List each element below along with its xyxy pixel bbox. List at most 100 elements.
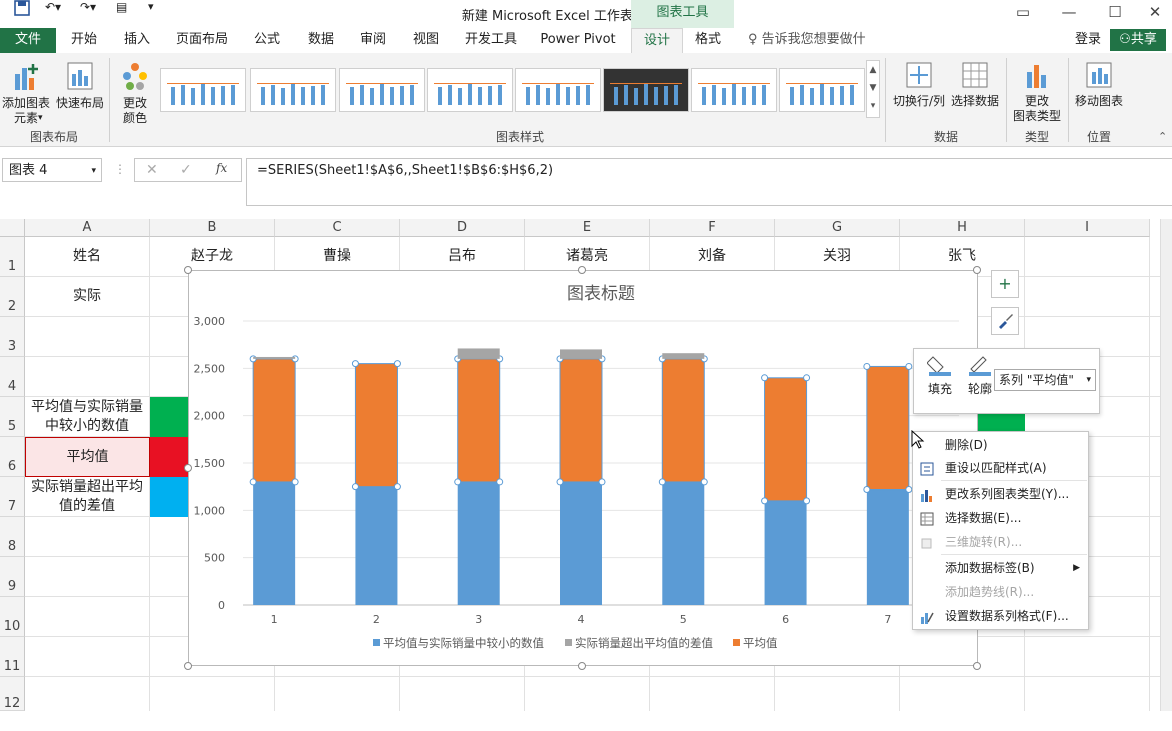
- row-header-4[interactable]: 4: [0, 357, 25, 397]
- collapse-ribbon-icon[interactable]: ⌃: [1158, 130, 1167, 143]
- tab-developer[interactable]: 开发工具: [458, 28, 524, 53]
- name-box[interactable]: 图表 4 ▾: [2, 158, 102, 182]
- cell-b5-green[interactable]: [150, 397, 188, 437]
- bar-average: [458, 359, 500, 482]
- add-chart-element-button[interactable]: 添加图表 元素: [0, 60, 52, 126]
- column-header-d[interactable]: D: [400, 219, 525, 237]
- column-header-i[interactable]: I: [1025, 219, 1150, 237]
- enter-icon[interactable]: ✓: [180, 162, 192, 178]
- vertical-scrollbar[interactable]: [1160, 219, 1172, 711]
- column-header-g[interactable]: G: [775, 219, 900, 237]
- column-header-e[interactable]: E: [525, 219, 650, 237]
- row-header-8[interactable]: 8: [0, 517, 25, 557]
- tab-formulas[interactable]: 公式: [244, 28, 290, 53]
- login-link[interactable]: 登录: [1070, 28, 1106, 53]
- cell-a6[interactable]: 平均值: [25, 437, 150, 477]
- tab-insert[interactable]: 插入: [114, 28, 160, 53]
- name-box-dropdown-icon[interactable]: ▾: [91, 159, 96, 183]
- column-header-f[interactable]: F: [650, 219, 775, 237]
- cell-a7[interactable]: 实际销量超出平均值的差值: [25, 477, 150, 517]
- column-header-h[interactable]: H: [900, 219, 1025, 237]
- menu-item-add-data-labels[interactable]: 添加数据标签(B)▶: [913, 557, 1088, 579]
- outline-button[interactable]: 轮廓: [962, 353, 998, 397]
- tab-page-layout[interactable]: 页面布局: [168, 28, 236, 53]
- series-select[interactable]: 系列 "平均值" ▾: [994, 369, 1096, 391]
- chart-resize-handle-sw[interactable]: [184, 662, 192, 670]
- tab-home[interactable]: 开始: [60, 28, 108, 53]
- ribbon-separator: [885, 58, 886, 142]
- chart-style-thumb-7[interactable]: [691, 68, 777, 112]
- chart-area[interactable]: 图表标题05001,0001,5002,0002,5003,0001234567…: [188, 270, 978, 666]
- cell-b6-red[interactable]: [150, 437, 188, 477]
- selection-handle: [701, 479, 707, 485]
- menu-item-select-data[interactable]: 选择数据(E)...: [913, 507, 1088, 529]
- cell-a5[interactable]: 平均值与实际销量中较小的数值: [25, 397, 150, 437]
- change-colors-button[interactable]: 更改 颜色: [112, 60, 158, 126]
- cancel-icon[interactable]: ✕: [146, 162, 158, 178]
- share-button[interactable]: ⚇共享: [1110, 29, 1166, 51]
- formula-input[interactable]: =SERIES(Sheet1!$A$6,,Sheet1!$B$6:$H$6,2): [246, 158, 1172, 206]
- row-header-12[interactable]: 12: [0, 677, 25, 711]
- chart-resize-handle-ne[interactable]: [973, 266, 981, 274]
- tab-data[interactable]: 数据: [298, 28, 344, 53]
- tell-me-box[interactable]: ♀ 告诉我您想要做什么...: [748, 28, 888, 53]
- row-header-5[interactable]: 5: [0, 397, 25, 437]
- chart-elements-plus-icon[interactable]: +: [991, 270, 1019, 298]
- menu-item-3d-rotation: 三维旋转(R)...: [913, 531, 1088, 553]
- tab-design[interactable]: 设计: [631, 28, 683, 54]
- tab-file[interactable]: 文件: [0, 28, 56, 53]
- column-header-a[interactable]: A: [25, 219, 150, 237]
- select-data-button[interactable]: 选择数据: [948, 60, 1002, 109]
- cell-b7-cyan[interactable]: [150, 477, 188, 517]
- row-header-1[interactable]: 1: [0, 237, 25, 277]
- menu-item-format-series[interactable]: 设置数据系列格式(F)...: [913, 605, 1088, 627]
- chart-resize-handle-n[interactable]: [578, 266, 586, 274]
- chart-style-thumb-5[interactable]: [515, 68, 601, 112]
- chart-resize-handle-w[interactable]: [184, 464, 192, 472]
- row-header-3[interactable]: 3: [0, 317, 25, 357]
- selection-handle: [394, 484, 400, 490]
- switch-row-column-button[interactable]: 切换行/列: [890, 60, 948, 109]
- row-header-10[interactable]: 10: [0, 597, 25, 637]
- style-gallery-scroll[interactable]: ▲▼▾: [866, 60, 880, 118]
- move-chart-button[interactable]: 移动图表: [1070, 60, 1128, 109]
- menu-item-delete[interactable]: 删除(D): [913, 434, 1088, 456]
- tab-power-pivot[interactable]: Power Pivot: [536, 28, 620, 53]
- series-select-dropdown-icon: ▾: [1086, 370, 1091, 390]
- chart-resize-handle-se[interactable]: [973, 662, 981, 670]
- chart-styles-brush-icon[interactable]: [991, 307, 1019, 335]
- cell-a1[interactable]: 姓名: [25, 237, 150, 277]
- minimize-icon[interactable]: —: [1046, 0, 1092, 26]
- menu-item-change-series-type[interactable]: 更改系列图表类型(Y)...: [913, 483, 1088, 505]
- quick-layout-button[interactable]: 快速布局: [54, 60, 106, 111]
- chart-resize-handle-s[interactable]: [578, 662, 586, 670]
- column-header-c[interactable]: C: [275, 219, 400, 237]
- insert-function-icon[interactable]: fx: [216, 161, 227, 175]
- row-header-7[interactable]: 7: [0, 477, 25, 517]
- tab-review[interactable]: 审阅: [350, 28, 396, 53]
- row-header-6[interactable]: 6: [0, 437, 25, 477]
- cell-a2[interactable]: 实际: [25, 277, 150, 317]
- chart-style-thumb-6[interactable]: [603, 68, 689, 112]
- ribbon-display-icon[interactable]: ▭: [1000, 0, 1046, 26]
- chart-svg[interactable]: 图表标题05001,0001,5002,0002,5003,0001234567…: [189, 271, 977, 665]
- lightbulb-icon: ♀: [748, 32, 758, 47]
- chart-style-thumb-1[interactable]: [160, 68, 246, 112]
- chart-style-thumb-4[interactable]: [427, 68, 513, 112]
- chart-resize-handle-nw[interactable]: [184, 266, 192, 274]
- select-all-corner[interactable]: [0, 219, 25, 237]
- change-chart-type-icon: [1022, 60, 1052, 90]
- close-icon[interactable]: ✕: [1132, 0, 1172, 26]
- change-chart-type-button[interactable]: 更改 图表类型: [1008, 60, 1066, 124]
- row-header-9[interactable]: 9: [0, 557, 25, 597]
- menu-item-reset-style[interactable]: 重设以匹配样式(A): [913, 457, 1088, 479]
- chart-style-thumb-8[interactable]: [779, 68, 865, 112]
- tab-format[interactable]: 格式: [686, 28, 730, 53]
- chart-style-thumb-3[interactable]: [339, 68, 425, 112]
- column-header-b[interactable]: B: [150, 219, 275, 237]
- chart-style-thumb-2[interactable]: [250, 68, 336, 112]
- row-header-11[interactable]: 11: [0, 637, 25, 677]
- tab-view[interactable]: 视图: [403, 28, 449, 53]
- row-header-2[interactable]: 2: [0, 277, 25, 317]
- fill-button[interactable]: 填充: [922, 353, 958, 397]
